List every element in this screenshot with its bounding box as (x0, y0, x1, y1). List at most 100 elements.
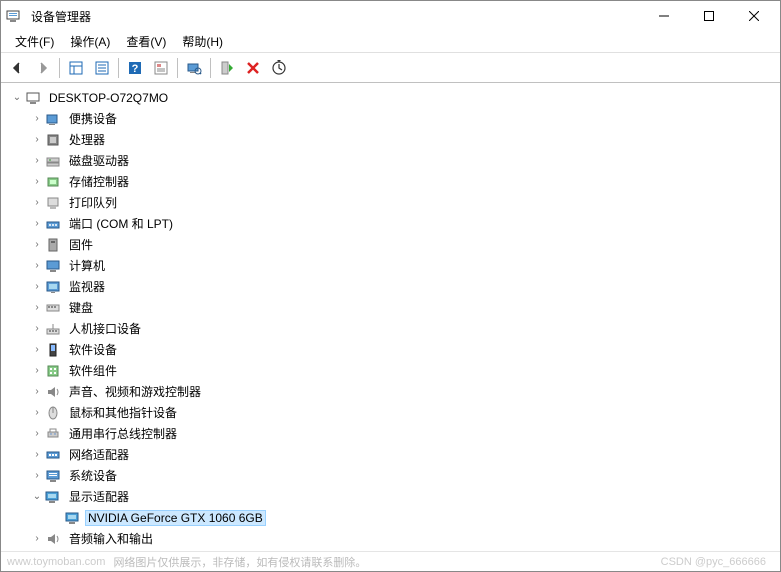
collapse-icon[interactable]: ⌄ (9, 90, 25, 106)
tree-item-label: 鼠标和其他指针设备 (69, 406, 177, 420)
expand-icon[interactable]: › (29, 321, 45, 337)
expand-icon[interactable]: › (29, 405, 45, 421)
minimize-button[interactable] (641, 1, 686, 31)
audio-icon (45, 531, 61, 547)
device-tree[interactable]: ⌄ DESKTOP-O72Q7MO ›便携设备›处理器›磁盘驱动器›存储控制器›… (1, 83, 780, 551)
tree-item-label: 端口 (COM 和 LPT) (69, 217, 173, 231)
tree-item-label: NVIDIA GeForce GTX 1060 6GB (88, 511, 263, 525)
tree-item[interactable]: › 键盘 (9, 297, 772, 318)
tree-item-label: 监视器 (69, 280, 105, 294)
tree-item[interactable]: › 人机接口设备 (9, 318, 772, 339)
tree-item[interactable]: › 声音、视频和游戏控制器 (9, 381, 772, 402)
tree-item[interactable]: › 便携设备 (9, 108, 772, 129)
tree-item[interactable]: › 软件组件 (9, 360, 772, 381)
expand-icon[interactable]: › (29, 342, 45, 358)
enable-device-button[interactable] (215, 56, 239, 80)
expand-icon[interactable]: › (29, 468, 45, 484)
expand-icon[interactable]: › (29, 216, 45, 232)
tree-item[interactable]: › 软件设备 (9, 339, 772, 360)
expand-icon[interactable]: › (29, 258, 45, 274)
expand-icon[interactable]: › (29, 300, 45, 316)
device-category-icon (45, 153, 61, 169)
update-driver-button[interactable] (267, 56, 291, 80)
tree-item[interactable]: ›网络适配器 (9, 444, 772, 465)
tree-item[interactable]: ›系统设备 (9, 465, 772, 486)
scan-hardware-button[interactable] (182, 56, 206, 80)
tree-item-label: 软件设备 (69, 343, 117, 357)
expand-icon[interactable]: › (29, 531, 45, 547)
expand-icon[interactable]: › (29, 174, 45, 190)
menubar: 文件(F) 操作(A) 查看(V) 帮助(H) (1, 31, 780, 53)
properties-sheet-button[interactable] (149, 56, 173, 80)
tree-item[interactable]: › 端口 (COM 和 LPT) (9, 213, 772, 234)
device-category-icon (45, 132, 61, 148)
expand-icon[interactable]: › (29, 384, 45, 400)
expand-icon[interactable]: › (29, 237, 45, 253)
help-button[interactable]: ? (123, 56, 147, 80)
tree-item[interactable]: › 监视器 (9, 276, 772, 297)
expand-icon[interactable]: › (29, 447, 45, 463)
menu-file[interactable]: 文件(F) (7, 31, 62, 52)
tree-item-label: 声音、视频和游戏控制器 (69, 385, 201, 399)
expand-icon[interactable]: › (29, 111, 45, 127)
tree-item-label: 打印队列 (69, 196, 117, 210)
titlebar: 设备管理器 (1, 1, 780, 31)
device-category-icon (45, 426, 61, 442)
device-category-icon (45, 405, 61, 421)
tree-item[interactable]: › 通用串行总线控制器 (9, 423, 772, 444)
expand-icon[interactable]: › (29, 132, 45, 148)
device-category-icon (45, 384, 61, 400)
back-button[interactable] (5, 56, 29, 80)
show-hide-console-button[interactable] (64, 56, 88, 80)
computer-icon (25, 90, 41, 106)
tree-item-label: 通用串行总线控制器 (69, 427, 177, 441)
tree-root[interactable]: ⌄ DESKTOP-O72Q7MO (9, 87, 772, 108)
watermark-url: www.toymoban.com (7, 556, 105, 568)
display-adapter-icon (65, 510, 81, 526)
tree-item-label: 人机接口设备 (69, 322, 141, 336)
close-button[interactable] (731, 1, 776, 31)
device-category-icon (45, 342, 61, 358)
menu-view[interactable]: 查看(V) (118, 31, 174, 52)
expand-icon[interactable]: › (29, 363, 45, 379)
expand-icon[interactable]: › (29, 279, 45, 295)
menu-help[interactable]: 帮助(H) (174, 31, 231, 52)
app-icon (5, 8, 21, 24)
expand-icon[interactable]: › (29, 153, 45, 169)
tree-item-label: 固件 (69, 238, 93, 252)
properties-button[interactable] (90, 56, 114, 80)
maximize-button[interactable] (686, 1, 731, 31)
expand-icon[interactable]: › (29, 426, 45, 442)
tree-item-label: 键盘 (69, 301, 93, 315)
tree-item[interactable]: › 固件 (9, 234, 772, 255)
forward-button[interactable] (31, 56, 55, 80)
tree-item[interactable]: › 打印队列 (9, 192, 772, 213)
toolbar: ? (1, 53, 780, 83)
toolbar-separator (59, 58, 60, 78)
tree-item[interactable]: ›磁盘驱动器 (9, 150, 772, 171)
expand-icon[interactable]: › (29, 195, 45, 211)
device-category-icon (45, 174, 61, 190)
device-category-icon (45, 279, 61, 295)
device-category-icon (45, 468, 61, 484)
uninstall-device-button[interactable] (241, 56, 265, 80)
tree-item[interactable]: ›存储控制器 (9, 171, 772, 192)
tree-item[interactable]: ›处理器 (9, 129, 772, 150)
tree-item[interactable]: › 计算机 (9, 255, 772, 276)
device-category-icon (45, 111, 61, 127)
tree-item-label: 显示适配器 (69, 490, 129, 504)
menu-action[interactable]: 操作(A) (62, 31, 118, 52)
watermark-text: 网络图片仅供展示，非存储，如有侵权请联系删除。 (113, 554, 366, 570)
tree-item-label: 软件组件 (69, 364, 117, 378)
device-category-icon (45, 258, 61, 274)
tree-item-audio[interactable]: › 音频输入和输出 (9, 528, 772, 549)
tree-item-label: 音频输入和输出 (69, 532, 153, 546)
tree-item-display-adapters[interactable]: ⌄ 显示适配器 (9, 486, 772, 507)
collapse-icon[interactable]: ⌄ (29, 489, 45, 505)
tree-item[interactable]: › 鼠标和其他指针设备 (9, 402, 772, 423)
toolbar-separator (210, 58, 211, 78)
tree-item-label: 计算机 (69, 259, 105, 273)
tree-item-gpu[interactable]: NVIDIA GeForce GTX 1060 6GB (9, 507, 772, 528)
tree-item-label: 便携设备 (69, 112, 117, 126)
toolbar-separator (118, 58, 119, 78)
